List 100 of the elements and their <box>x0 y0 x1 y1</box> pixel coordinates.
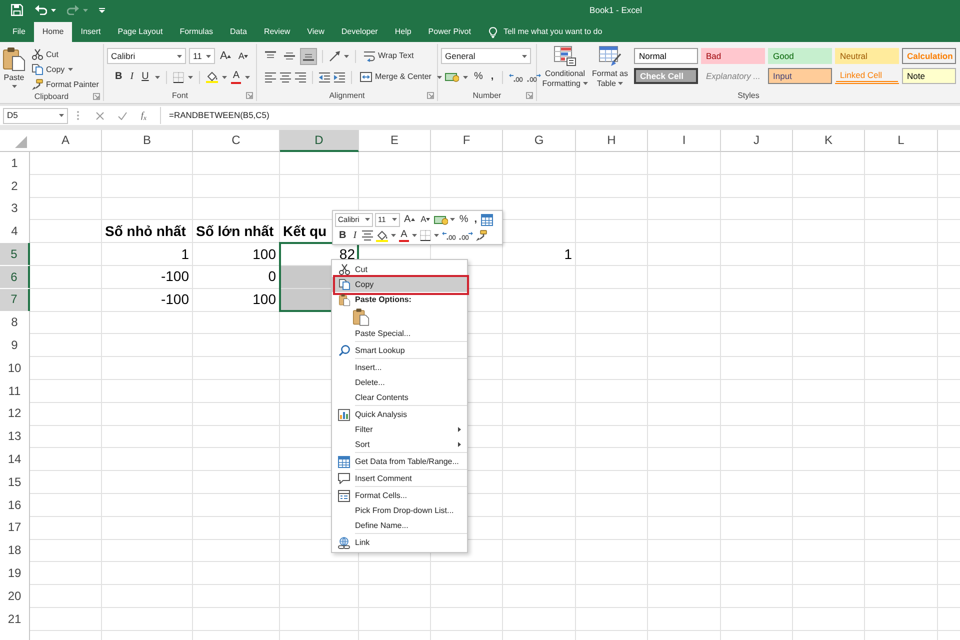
caret-icon[interactable] <box>522 54 527 58</box>
column-header[interactable]: J <box>721 130 793 152</box>
launcher-icon[interactable] <box>246 92 253 99</box>
caret-icon[interactable] <box>68 68 73 71</box>
launcher-icon[interactable] <box>526 92 533 99</box>
row-header[interactable]: 7 <box>0 288 30 311</box>
cell-style-option[interactable]: Neutral <box>835 48 899 64</box>
column-header[interactable]: D <box>280 130 359 152</box>
cell-style-option[interactable]: Bad <box>701 48 765 64</box>
italic-button[interactable]: I <box>351 228 359 243</box>
wrap-text-button[interactable]: Wrap Text <box>362 48 416 64</box>
menu-item[interactable]: Define Name... <box>332 518 467 533</box>
caret-icon[interactable] <box>582 82 588 86</box>
ribbon-tab[interactable]: Developer <box>332 22 386 42</box>
save-icon[interactable] <box>11 4 23 16</box>
align-bottom-button[interactable] <box>301 48 316 64</box>
ribbon-tab[interactable]: Home <box>34 22 72 42</box>
ribbon-tab[interactable]: File <box>4 22 34 42</box>
menu-item[interactable]: Smart Lookup <box>332 343 467 358</box>
caret-icon[interactable] <box>59 114 64 117</box>
grow-font-button[interactable]: A <box>218 48 234 64</box>
table-style-icon[interactable] <box>481 214 494 226</box>
undo-icon[interactable] <box>35 5 47 15</box>
cut-button[interactable]: Cut <box>30 47 101 62</box>
font-size-field[interactable]: 11 <box>189 48 215 64</box>
caret-icon[interactable] <box>154 76 160 78</box>
scissors-icon[interactable] <box>338 264 350 275</box>
enter-icon[interactable] <box>118 112 127 120</box>
align-center-icon[interactable] <box>280 72 291 82</box>
font-color-button[interactable]: A <box>398 229 410 242</box>
caret-icon[interactable] <box>618 82 624 86</box>
fill-color-icon[interactable] <box>206 71 218 83</box>
scissors-icon[interactable] <box>32 49 43 60</box>
menu-item[interactable]: Filter <box>332 422 467 437</box>
caret-icon[interactable] <box>222 76 227 78</box>
ribbon-tab[interactable]: Insert <box>72 22 110 42</box>
copy-icon[interactable] <box>32 64 43 75</box>
clipboard-icon[interactable] <box>338 294 350 306</box>
ribbon-tab[interactable]: View <box>298 22 333 42</box>
cell-style-option[interactable]: Note <box>902 68 956 84</box>
paintbrush-icon[interactable] <box>476 230 488 241</box>
increase-indent-icon[interactable] <box>334 72 345 82</box>
column-header[interactable]: L <box>865 130 938 152</box>
launcher-icon[interactable] <box>427 92 434 99</box>
row-header[interactable]: 5 <box>0 243 30 265</box>
caret-icon[interactable] <box>392 218 397 221</box>
percent-button[interactable]: % <box>472 70 485 84</box>
menu-item[interactable]: Clear Contents <box>332 390 467 405</box>
grow-font-button[interactable]: A <box>402 212 417 227</box>
ribbon-tab[interactable]: Power Pivot <box>420 22 480 42</box>
font-color-button[interactable]: A <box>230 70 242 84</box>
caret-icon[interactable] <box>412 234 418 237</box>
decrease-indent-icon[interactable] <box>319 72 330 82</box>
banknote-icon[interactable] <box>445 72 459 82</box>
bold-button[interactable]: B <box>337 228 348 243</box>
menu-item[interactable]: Get Data from Table/Range... <box>332 454 467 469</box>
menu-item[interactable]: Insert... <box>332 360 467 375</box>
column-header[interactable]: H <box>576 130 648 152</box>
column-header[interactable]: G <box>503 130 576 152</box>
caret-icon[interactable] <box>365 218 370 221</box>
launcher-icon[interactable] <box>93 93 100 100</box>
column-header[interactable]: B <box>102 130 193 152</box>
caret-icon[interactable] <box>434 234 440 237</box>
orientation-icon[interactable] <box>329 50 340 62</box>
column-header[interactable]: E <box>359 130 431 152</box>
increase-decimal-icon[interactable] <box>442 231 456 240</box>
menu-item[interactable]: Link <box>332 535 467 550</box>
font-name-field[interactable]: Calibri <box>107 48 186 64</box>
paintbrush-icon[interactable] <box>32 79 43 90</box>
percent-button[interactable]: % <box>457 212 470 227</box>
cancel-icon[interactable] <box>96 112 104 120</box>
customize-icon[interactable] <box>99 8 105 12</box>
decrease-decimal-icon[interactable] <box>526 72 541 82</box>
menu-item[interactable]: Paste Special... <box>332 326 467 341</box>
fill-color-icon[interactable] <box>376 230 388 242</box>
format-painter-button[interactable]: Format Painter <box>30 77 101 92</box>
menu-item[interactable]: Delete... <box>332 375 467 390</box>
caret-icon[interactable] <box>12 84 16 88</box>
menu-item[interactable]: Copy <box>332 277 467 292</box>
align-left-icon[interactable] <box>265 72 276 82</box>
shrink-font-button[interactable]: A <box>418 212 432 227</box>
align-center-icon[interactable] <box>362 230 373 241</box>
caret-icon[interactable] <box>188 76 193 78</box>
caret-icon[interactable] <box>390 234 396 237</box>
menu-item[interactable]: Sort <box>332 437 467 452</box>
menu-item[interactable]: Insert Comment <box>332 471 467 486</box>
column-header[interactable]: C <box>193 130 280 152</box>
decrease-decimal-icon[interactable] <box>459 231 474 240</box>
column-header[interactable]: K <box>793 130 865 152</box>
borders-icon[interactable] <box>172 72 184 82</box>
comma-button[interactable]: , <box>472 212 480 227</box>
merge-center-button[interactable]: Merge & Center <box>358 70 434 84</box>
cell-style-option[interactable]: Input <box>768 68 832 84</box>
underline-button[interactable]: U <box>140 70 151 84</box>
cell-style-option[interactable]: Good <box>768 48 832 64</box>
italic-button[interactable]: I <box>128 70 136 84</box>
caret-icon[interactable] <box>51 8 56 12</box>
formula-field[interactable]: =RANDBETWEEN(B5,C5) <box>160 107 960 124</box>
caret-icon[interactable] <box>450 218 456 221</box>
increase-decimal-icon[interactable] <box>508 72 523 82</box>
